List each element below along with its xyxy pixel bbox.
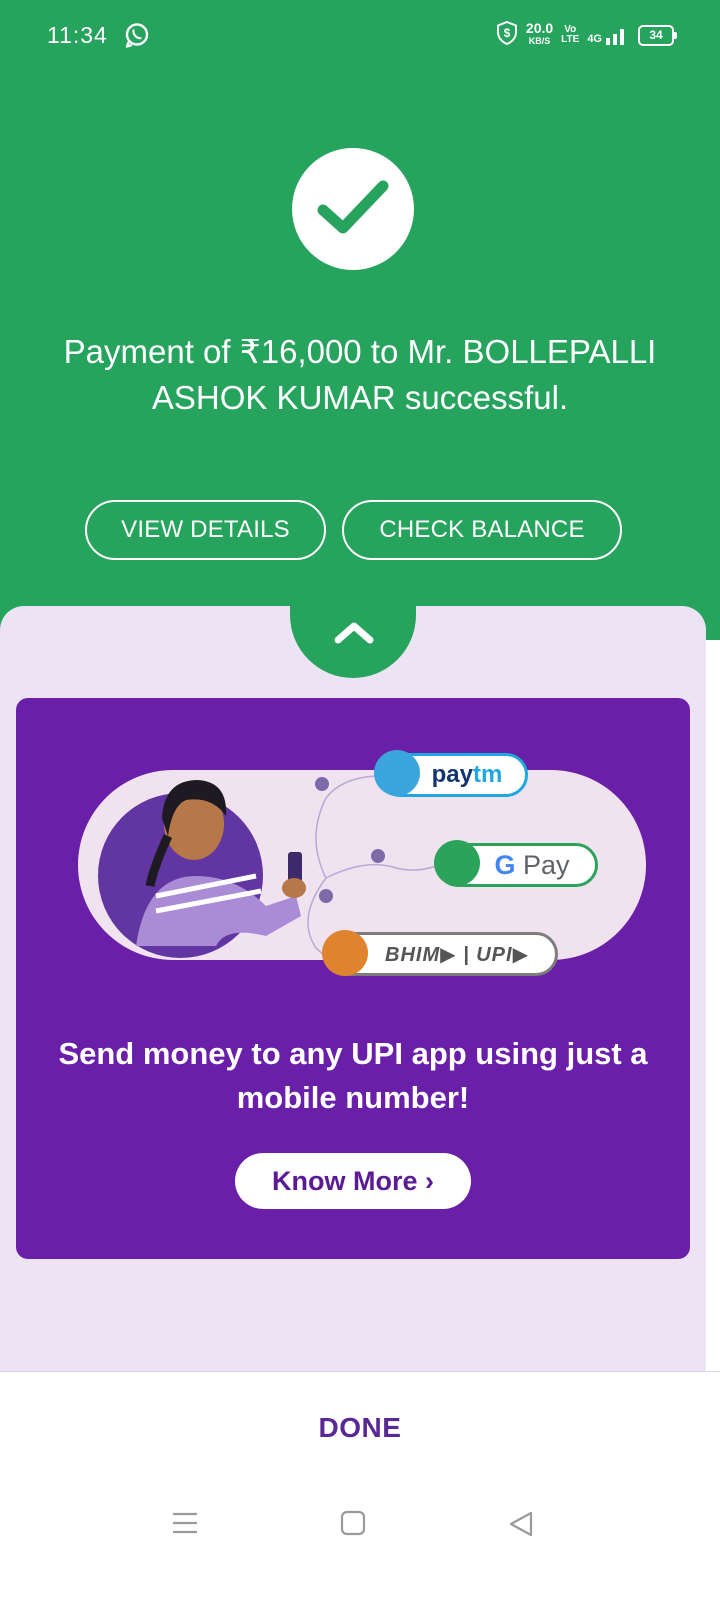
promo-text: Send money to any UPI app using just a m… [58,1036,648,1115]
check-icon [317,180,389,234]
svg-text:$: $ [504,26,511,40]
know-more-button[interactable]: Know More › [235,1153,471,1209]
view-details-button[interactable]: VIEW DETAILS [85,500,326,560]
signal-icon: 4G [587,25,630,45]
back-icon[interactable] [507,1510,535,1543]
bhim-user-avatar [322,930,368,976]
volte-indicator: Vo LTE [561,24,580,45]
check-balance-button[interactable]: CHECK BALANCE [342,500,622,560]
status-time: 11:34 [47,22,108,48]
woman-with-phone-illustration [136,780,306,946]
shield-dollar-icon: $ [496,20,518,51]
whatsapp-icon [124,22,150,48]
status-indicators: $ 20.0 KB/S Vo LTE 4G 34 [496,18,677,52]
payment-success-message: Payment of ₹16,000 to Mr. BOLLEPALLI ASH… [63,333,657,416]
paytm-user-avatar [374,750,420,796]
success-header: 11:34 $ 20.0 KB/S Vo LTE 4G 34 Payment o… [0,0,720,640]
success-check-badge [292,148,414,270]
chevron-up-icon [334,622,374,644]
home-icon[interactable] [340,1510,366,1541]
status-bar: 11:34 $ 20.0 KB/S Vo LTE 4G 34 [0,0,720,72]
menu-icon[interactable] [172,1510,198,1541]
battery-icon: 34 [638,24,677,46]
footer-divider [0,1371,720,1372]
system-navigation-bar [0,1490,720,1560]
network-speed: 20.0 KB/S [525,20,554,46]
gpay-user-avatar [434,840,480,886]
upi-promo-banner[interactable]: pay tm G Pay BHIM▶ | UPI▶ Send money to a… [16,698,690,1259]
done-button[interactable]: DONE [260,1400,460,1454]
